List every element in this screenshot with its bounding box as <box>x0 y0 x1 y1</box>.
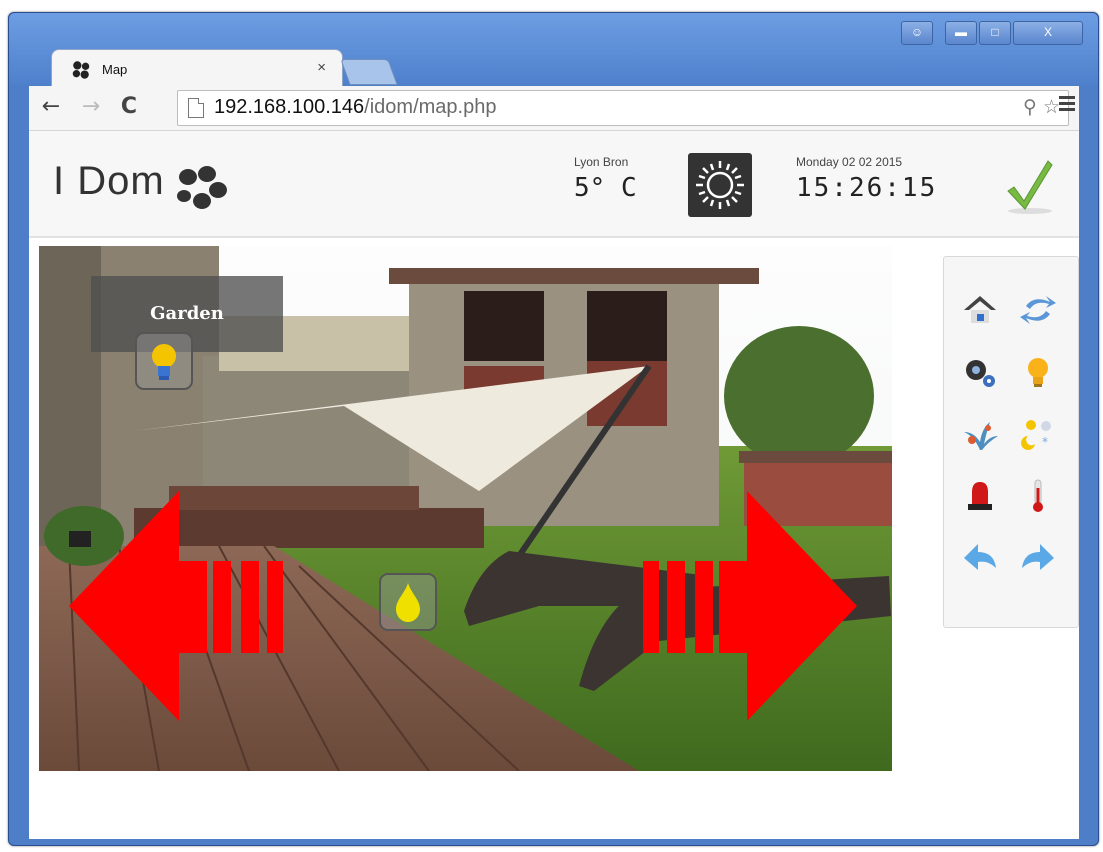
page-icon <box>188 98 204 118</box>
new-tab-button[interactable] <box>340 59 398 85</box>
browser-window: ☺ ▬ □ X Map × ← → C 192.168.100.146/idom… <box>8 12 1099 846</box>
alarm-siren-icon[interactable] <box>957 473 1003 519</box>
back-arrow-icon[interactable] <box>957 535 1003 581</box>
thermometer-icon[interactable] <box>1015 473 1061 519</box>
next-room-arrow-icon[interactable] <box>637 491 857 721</box>
current-date: Monday 02 02 2015 <box>796 155 903 169</box>
forward-icon[interactable]: → <box>79 94 103 120</box>
zoom-icon[interactable]: ⚲ <box>1023 96 1037 118</box>
app-header: I Dom Lyon Bron 5° C Monday 02 02 2015 1… <box>29 131 1079 238</box>
water-drop-icon <box>396 583 420 622</box>
url-text[interactable]: 192.168.100.146/idom/map.php <box>214 96 496 119</box>
maximize-button[interactable]: □ <box>979 21 1011 45</box>
bookmark-star-icon[interactable]: ☆ <box>1043 96 1060 118</box>
current-time: 15:26:15 <box>796 173 938 203</box>
close-window-button[interactable]: X <box>1013 21 1083 45</box>
tab-title: Map <box>102 62 128 77</box>
sync-icon[interactable] <box>1015 287 1061 333</box>
tab-close-icon[interactable]: × <box>317 59 326 76</box>
browser-toolbar: ← → C 192.168.100.146/idom/map.php ⚲ ☆ <box>29 86 1079 131</box>
sun-icon <box>688 153 752 217</box>
plant-icon[interactable] <box>957 411 1003 457</box>
lightbulb-icon <box>152 344 176 380</box>
light-device-button[interactable] <box>135 332 193 390</box>
sidebar-menu: * <box>943 256 1079 628</box>
minimize-button[interactable]: ▬ <box>945 21 977 45</box>
lightbulb-icon[interactable] <box>1015 349 1061 395</box>
gears-icon[interactable] <box>957 349 1003 395</box>
address-bar[interactable]: 192.168.100.146/idom/map.php ⚲ ☆ <box>177 90 1069 126</box>
tab-map[interactable]: Map × <box>51 49 343 88</box>
app-logo: I Dom <box>53 159 165 203</box>
weather-icon[interactable]: * <box>1015 411 1061 457</box>
back-icon[interactable]: ← <box>39 94 63 120</box>
page-content: I Dom Lyon Bron 5° C Monday 02 02 2015 1… <box>29 131 1079 839</box>
weather-temperature: 5° C <box>574 173 637 203</box>
reload-icon[interactable]: C <box>117 94 141 120</box>
flower-logo-icon <box>177 166 227 209</box>
flower-logo-icon <box>72 61 90 79</box>
water-device-button[interactable] <box>379 573 437 631</box>
profile-icon[interactable]: ☺ <box>901 21 933 45</box>
weather-city: Lyon Bron <box>574 155 629 169</box>
svg-text:*: * <box>1042 435 1048 449</box>
checkmark-icon <box>1007 160 1053 214</box>
forward-arrow-icon[interactable] <box>1015 535 1061 581</box>
title-bar: ☺ ▬ □ X Map × <box>9 13 1098 88</box>
previous-room-arrow-icon[interactable] <box>69 491 289 721</box>
menu-icon[interactable] <box>1059 96 1075 114</box>
home-icon[interactable] <box>957 287 1003 333</box>
